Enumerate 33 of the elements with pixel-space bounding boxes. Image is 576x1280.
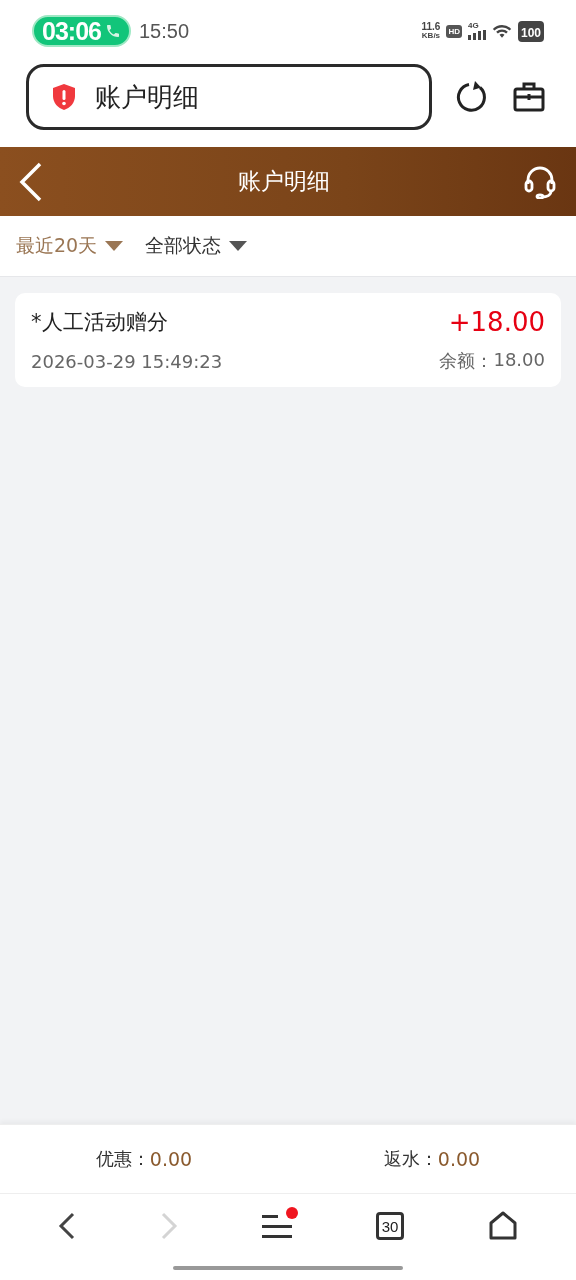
battery-icon: 100: [517, 20, 544, 42]
summary-label: 返水：: [383, 1147, 438, 1171]
balance-value: 18.00: [493, 349, 545, 372]
toolbox-icon[interactable]: [512, 80, 546, 114]
shield-warning-icon: [51, 83, 77, 111]
balance-label: 余额：: [439, 349, 494, 373]
summary-label: 优惠：: [95, 1147, 150, 1171]
back-icon[interactable]: [18, 161, 44, 202]
back-icon[interactable]: [58, 1212, 76, 1240]
dropdown-caret-icon: [229, 241, 248, 251]
address-bar[interactable]: 账户明细: [26, 64, 432, 130]
headset-icon[interactable]: [524, 164, 556, 199]
tabs-button[interactable]: 30: [376, 1212, 404, 1240]
network-type: 4G: [467, 22, 479, 30]
dropdown-caret-icon: [105, 241, 124, 251]
hd-badge: HD: [446, 24, 462, 38]
phone-icon: [104, 23, 121, 39]
filter-dropdown[interactable]: 最近20天: [16, 233, 124, 259]
status-time: 15:50: [138, 19, 189, 43]
summary-value: 0.00: [149, 1148, 193, 1170]
record-title: *人工活动赠分: [31, 309, 168, 336]
address-text: 账户明细: [95, 80, 199, 114]
summary-value: 0.00: [437, 1148, 481, 1170]
record-time: 2026-03-29 15:49:23: [31, 350, 223, 372]
page-title: 账户明细: [238, 167, 330, 196]
record-amount: +18.00: [448, 307, 545, 337]
menu-icon[interactable]: [262, 1213, 292, 1239]
signal-icon: [467, 30, 486, 40]
wifi-icon: [491, 23, 512, 39]
network-speed: 11.6: [421, 22, 441, 31]
speed-unit: KB/s: [421, 31, 441, 40]
filter-dropdown[interactable]: 全部状态: [145, 233, 248, 259]
home-icon[interactable]: [488, 1211, 518, 1241]
